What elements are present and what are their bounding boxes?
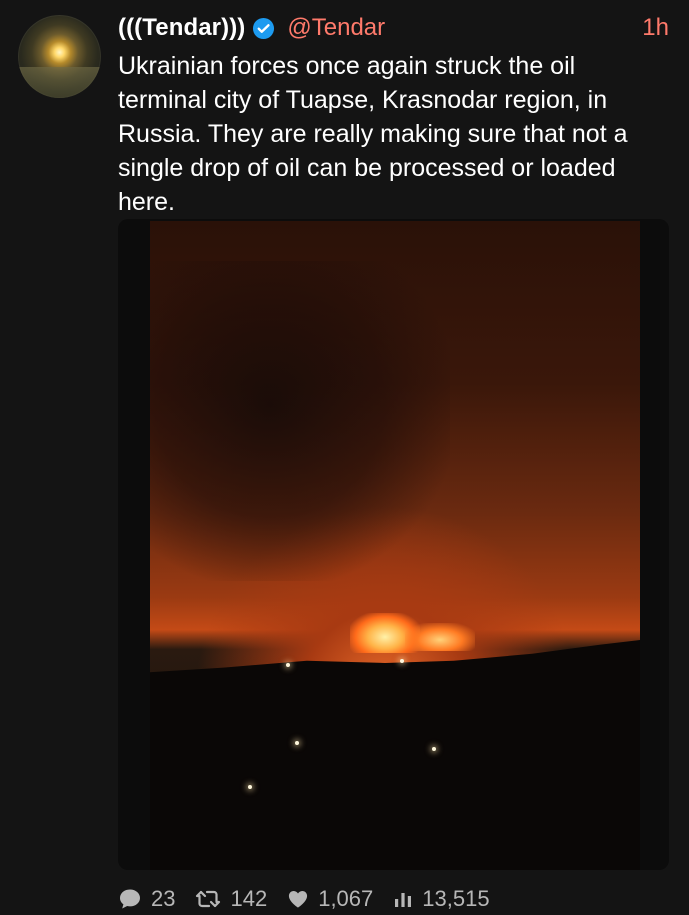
like-button[interactable]: 1,067 [287, 886, 373, 912]
fire-night-photo [150, 221, 640, 870]
reply-button[interactable]: 23 [118, 886, 175, 912]
retweet-count: 142 [230, 886, 268, 911]
tweet-header: (((Tendar))) @Tendar 1h [118, 12, 669, 44]
views-button[interactable]: 13,515 [393, 886, 490, 912]
avatar-landscape [18, 67, 101, 98]
handle[interactable]: @Tendar [287, 14, 385, 42]
verified-badge-icon [251, 16, 275, 40]
street-light [286, 663, 290, 667]
display-name[interactable]: (((Tendar))) [118, 14, 245, 42]
street-light [248, 785, 252, 789]
street-light [295, 741, 299, 745]
fire-glow-secondary [405, 623, 475, 651]
tweet-text: Ukrainian forces once again struck the o… [118, 52, 628, 216]
smoke-cloud [150, 261, 450, 581]
street-light [400, 659, 404, 663]
street-light [432, 747, 436, 751]
dark-hillside [150, 640, 640, 870]
heart-icon [289, 891, 308, 908]
avatar[interactable] [18, 15, 101, 98]
bar-chart-icon [395, 893, 412, 907]
timestamp[interactable]: 1h [642, 12, 669, 44]
retweet-button[interactable]: 142 [195, 886, 267, 912]
tweet-media[interactable] [118, 219, 669, 870]
retweet-icon [196, 890, 221, 908]
reply-count: 23 [151, 886, 176, 911]
view-count: 13,515 [422, 886, 490, 911]
like-count: 1,067 [318, 886, 374, 911]
speech-bubble-icon [120, 889, 140, 909]
tweet-actions: 23 142 1,067 13,515 [118, 883, 510, 915]
